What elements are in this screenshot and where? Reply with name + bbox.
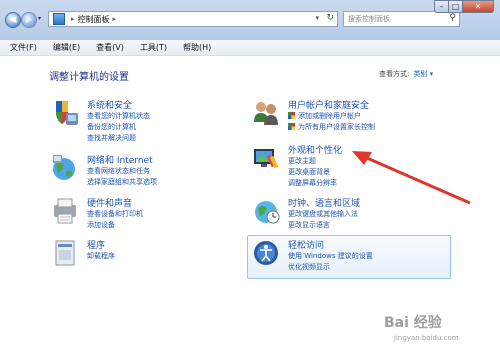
watermark-url: jingyan.baidu.com	[394, 334, 459, 342]
annotation-arrow-icon	[352, 151, 471, 205]
control-panel-window: ◀ ▶ ▾ ▸ 控制面板 ▸ ▾ ↻ 搜索控制面板 ⚲ – □ ✕ 文件(F) …	[0, 0, 500, 350]
watermark-logo: Bai 经验	[384, 315, 442, 331]
